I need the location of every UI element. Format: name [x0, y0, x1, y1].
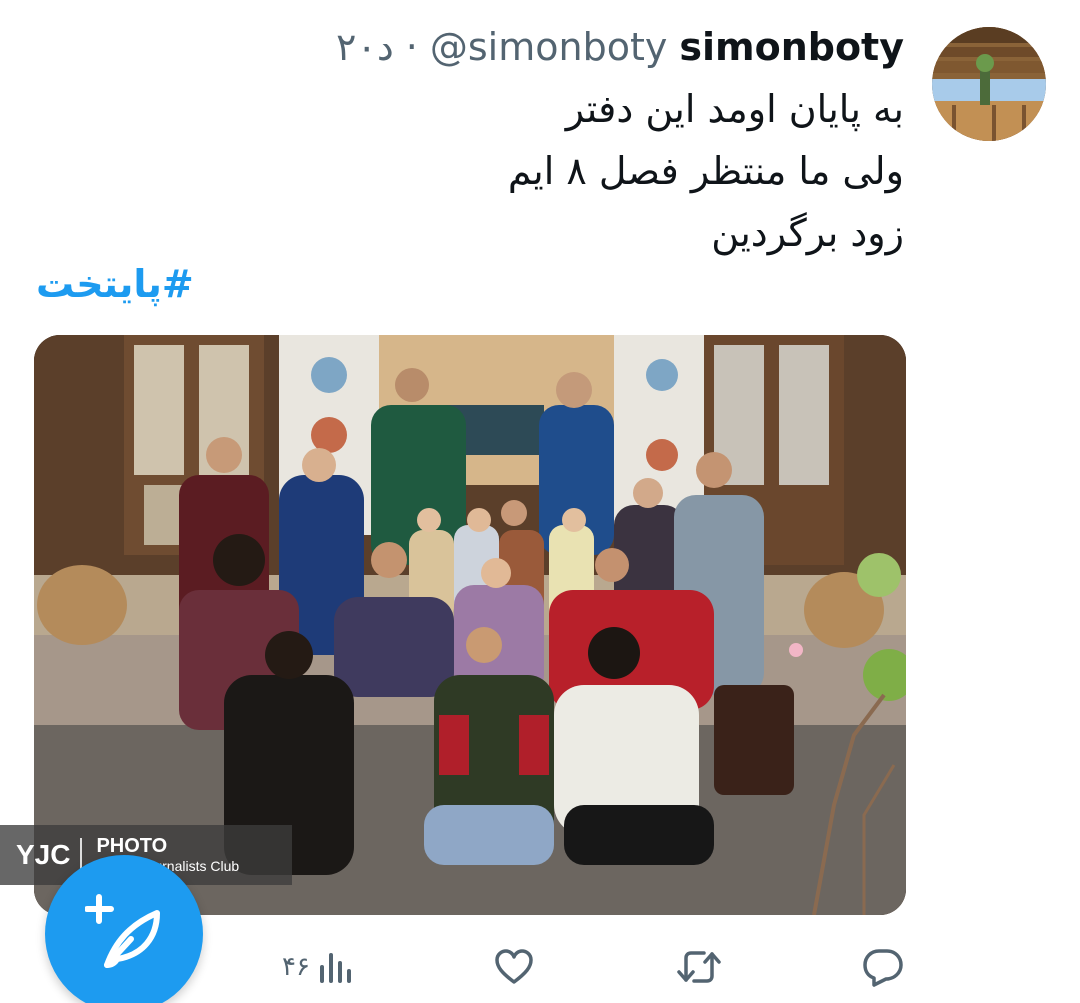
- tweet-time[interactable]: ۲۰د: [336, 24, 394, 70]
- like-icon: [495, 949, 533, 984]
- watermark-logo: YJC: [0, 838, 83, 872]
- reply-button[interactable]: [862, 945, 904, 989]
- display-name[interactable]: simonboty: [679, 24, 904, 70]
- tweet-screen: ۲۰د · @simonboty simonboty به پایان اومد…: [0, 0, 1080, 1003]
- tweet-line: به پایان اومد این دفتر: [565, 87, 904, 131]
- watermark-title: PHOTO: [96, 835, 168, 857]
- retweet-icon: [677, 951, 721, 983]
- tweet-header: ۲۰د · @simonboty simonboty: [336, 24, 904, 70]
- views-icon: [319, 953, 351, 983]
- reply-icon: [863, 949, 903, 987]
- retweet-button[interactable]: [676, 945, 722, 989]
- views-button[interactable]: ۴۶: [282, 945, 352, 989]
- tweet-text: به پایان اومد این دفتر ولی ما منتظر فصل …: [508, 78, 904, 264]
- header-separator: ·: [405, 25, 418, 69]
- like-button[interactable]: [494, 945, 534, 989]
- tweet-line: زود برگردین: [711, 211, 904, 255]
- user-handle[interactable]: @simonboty: [430, 24, 667, 70]
- tweet-actions: ۴۶: [0, 945, 1080, 989]
- avatar[interactable]: [932, 27, 1046, 141]
- hashtag-link[interactable]: #پایتخت: [36, 262, 194, 306]
- views-count: ۴۶: [282, 952, 310, 982]
- tweet-line: ولی ما منتظر فصل ۸ ایم: [507, 149, 904, 193]
